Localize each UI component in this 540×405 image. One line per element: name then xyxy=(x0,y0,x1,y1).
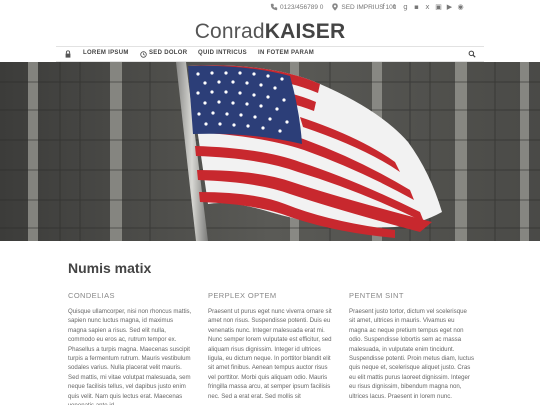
contact-info: 0123/456789 0 SED IMPRIUS 100 xyxy=(270,3,396,11)
map-pin-icon xyxy=(332,3,339,11)
facebook-icon[interactable]: f xyxy=(380,3,387,11)
instagram-icon[interactable]: ▣ xyxy=(435,3,442,11)
column-text: Quisque ullamcorper, nisi non rhoncus ma… xyxy=(68,308,192,405)
nav-item-in-fotem-param[interactable]: IN FOTEM PARAM xyxy=(258,50,314,56)
column-title: PENTEM SINT xyxy=(349,291,404,300)
page-title: Numis matix xyxy=(68,260,152,276)
pinterest-icon[interactable]: ◉ xyxy=(457,3,464,11)
column-text: Praesent ut purus eget nunc viverra orna… xyxy=(208,308,332,400)
column-title: PERPLEX OPTEM xyxy=(208,291,277,300)
search-icon[interactable] xyxy=(468,50,476,58)
content-column-1: CONDELIAS Quisque ullamcorper, nisi non … xyxy=(68,291,193,405)
youtube-icon[interactable]: ▶ xyxy=(446,3,453,11)
column-title: CONDELIAS xyxy=(68,291,115,300)
nav-item-lorem-ipsum[interactable]: LOREM IPSUM xyxy=(83,50,129,56)
linkedin-icon[interactable]: ▪ xyxy=(413,3,420,11)
logo-last-name: KAISER xyxy=(264,20,346,43)
top-bar: 0123/456789 0 SED IMPRIUS 100 f t g ▪ x … xyxy=(0,0,540,16)
social-links: f t g ▪ x ▣ ▶ ◉ xyxy=(380,3,464,11)
nav-item-sed-dolor[interactable]: SED DOLOR xyxy=(149,50,187,56)
phone-icon xyxy=(270,3,278,11)
hero-image xyxy=(0,62,540,241)
content-column-3: PENTEM SINT Praesent justo tortor, dictu… xyxy=(349,291,474,401)
clock-icon xyxy=(140,51,147,58)
phone-number[interactable]: 0123/456789 0 xyxy=(280,4,323,11)
nav-item-quid-intricus[interactable]: QUID INTRICUS xyxy=(198,50,247,56)
twitter-icon[interactable]: t xyxy=(391,3,398,11)
xing-icon[interactable]: x xyxy=(424,3,431,11)
column-text: Praesent justo tortor, dictum vel sceler… xyxy=(349,308,474,400)
content-column-2: PERPLEX OPTEM Praesent ut purus eget nun… xyxy=(208,291,333,401)
flag-building-photo xyxy=(0,62,540,241)
lock-icon[interactable] xyxy=(64,50,72,58)
main-navigation: LOREM IPSUM SED DOLOR QUID INTRICUS IN F… xyxy=(56,46,484,62)
logo-first-name: Conrad xyxy=(194,20,265,43)
google-plus-icon[interactable]: g xyxy=(402,3,409,11)
site-logo[interactable]: ConradKAISER xyxy=(0,20,540,44)
